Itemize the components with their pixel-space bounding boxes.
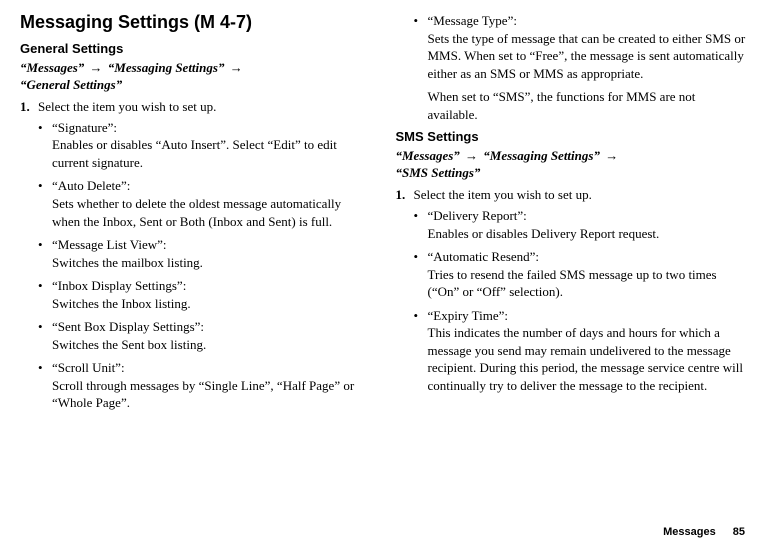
sms-step: 1. Select the item you wish to set up. — [396, 187, 748, 203]
item-title: “Signature”: — [52, 120, 117, 135]
general-nav-path: “Messages” → “Messaging Settings” → “Gen… — [20, 60, 372, 94]
page-title: Messaging Settings (M 4-7) — [20, 12, 372, 33]
bullet-icon: • — [38, 318, 52, 353]
general-settings-heading: General Settings — [20, 41, 372, 56]
item-title: “Sent Box Display Settings”: — [52, 319, 204, 334]
footer-section-label: Messages — [663, 526, 716, 538]
item-desc: Scroll through messages by “Single Line”… — [52, 378, 354, 411]
bullet-icon: • — [414, 307, 428, 395]
list-item: • “Auto Delete”: Sets whether to delete … — [38, 177, 372, 230]
item-title: “Scroll Unit”: — [52, 360, 125, 375]
bullet-icon: • — [38, 177, 52, 230]
bullet-icon: • — [38, 119, 52, 172]
item-desc: Enables or disables “Auto Insert”. Selec… — [52, 137, 337, 170]
bullet-icon: • — [414, 207, 428, 242]
sms-nav-path: “Messages” → “Messaging Settings” → “SMS… — [396, 148, 748, 182]
step-number: 1. — [396, 187, 414, 203]
bullet-icon: • — [38, 236, 52, 271]
general-bullet-list: • “Signature”: Enables or disables “Auto… — [20, 119, 372, 412]
list-item: • “Message Type”: Sets the type of messa… — [414, 12, 748, 82]
list-item: • “Inbox Display Settings”: Switches the… — [38, 277, 372, 312]
item-title: “Message List View”: — [52, 237, 167, 252]
list-item: • “Message List View”: Switches the mail… — [38, 236, 372, 271]
step-number: 1. — [20, 99, 38, 115]
item-title: “Delivery Report”: — [428, 208, 527, 223]
item-desc: Tries to resend the failed SMS message u… — [428, 267, 717, 300]
item-desc: This indicates the number of days and ho… — [428, 325, 744, 393]
arrow-icon: → — [88, 60, 105, 75]
step-text: Select the item you wish to set up. — [414, 187, 592, 203]
list-item: • “Signature”: Enables or disables “Auto… — [38, 119, 372, 172]
item-desc: Sets the type of message that can be cre… — [428, 31, 746, 81]
item-desc: Switches the Sent box listing. — [52, 337, 206, 352]
sms-bullet-list: • “Delivery Report”: Enables or disables… — [396, 207, 748, 394]
item-desc: Switches the mailbox listing. — [52, 255, 203, 270]
arrow-icon: → — [603, 148, 620, 163]
item-desc: Enables or disables Delivery Report requ… — [428, 226, 660, 241]
item-title: “Message Type”: — [428, 13, 517, 28]
list-item: • “Delivery Report”: Enables or disables… — [414, 207, 748, 242]
bullet-icon: • — [38, 359, 52, 412]
nav-segment: “Messaging Settings” — [483, 148, 600, 163]
nav-segment: “General Settings” — [20, 77, 122, 92]
nav-segment: “SMS Settings” — [396, 165, 481, 180]
list-item: • “Expiry Time”: This indicates the numb… — [414, 307, 748, 395]
sms-settings-heading: SMS Settings — [396, 129, 748, 144]
nav-segment: “Messaging Settings” — [108, 60, 225, 75]
list-item: • “Sent Box Display Settings”: Switches … — [38, 318, 372, 353]
item-title: “Expiry Time”: — [428, 308, 509, 323]
arrow-icon: → — [228, 60, 245, 75]
step-text: Select the item you wish to set up. — [38, 99, 216, 115]
list-item: • “Automatic Resend”: Tries to resend th… — [414, 248, 748, 301]
arrow-icon: → — [463, 148, 480, 163]
message-type-continuation: When set to “SMS”, the functions for MMS… — [428, 88, 748, 123]
bullet-icon: • — [414, 12, 428, 82]
bullet-icon: • — [38, 277, 52, 312]
nav-segment: “Messages” — [396, 148, 460, 163]
page-footer: Messages 85 — [663, 526, 745, 538]
nav-segment: “Messages” — [20, 60, 84, 75]
message-type-list: • “Message Type”: Sets the type of messa… — [396, 12, 748, 82]
footer-page-number: 85 — [733, 526, 745, 538]
item-desc: Switches the Inbox listing. — [52, 296, 191, 311]
item-title: “Inbox Display Settings”: — [52, 278, 186, 293]
item-title: “Automatic Resend”: — [428, 249, 540, 264]
item-title: “Auto Delete”: — [52, 178, 130, 193]
bullet-icon: • — [414, 248, 428, 301]
list-item: • “Scroll Unit”: Scroll through messages… — [38, 359, 372, 412]
item-desc: Sets whether to delete the oldest messag… — [52, 196, 341, 229]
general-step: 1. Select the item you wish to set up. — [20, 99, 372, 115]
